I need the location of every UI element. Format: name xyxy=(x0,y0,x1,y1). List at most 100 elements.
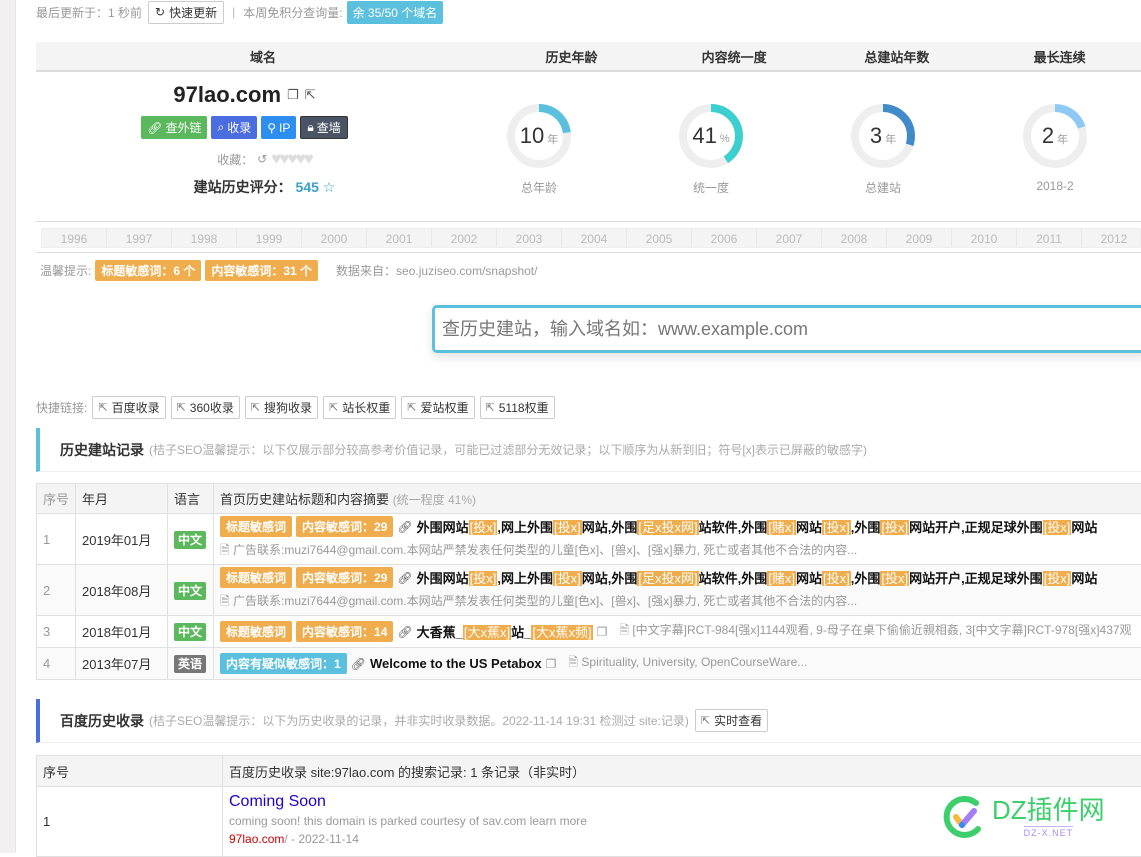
year-item[interactable]: 2005 xyxy=(627,229,692,247)
quick-link-button[interactable]: ⇱百度收录 xyxy=(92,396,165,419)
row-language: 中文 xyxy=(168,565,214,616)
header-domain: 域名 xyxy=(36,42,490,70)
backlinks-button[interactable]: 🔗︎查外链 xyxy=(141,116,207,139)
left-sidebar-strip xyxy=(0,0,16,853)
year-item[interactable]: 2008 xyxy=(822,229,887,247)
row-content: 标题敏感词内容敏感词：29🔗︎外围网站[投x],网上外围[投x]网站,外围[足x… xyxy=(214,514,1141,565)
gauge-value: 10年 xyxy=(505,102,573,170)
copy-icon[interactable]: ❐ xyxy=(287,87,299,103)
ip-button[interactable]: ⚲IP xyxy=(261,116,296,139)
year-item[interactable]: 2003 xyxy=(497,229,562,247)
snapshot-title-link[interactable]: Welcome to the US Petabox xyxy=(370,656,542,671)
gauge-unit: 年 xyxy=(1057,131,1068,147)
summary-text: Spirituality, University, OpenCourseWare… xyxy=(581,655,807,669)
snapshot-title-link[interactable]: 大香蕉_[大x蕉x]站_[大x蕉x频] xyxy=(417,622,593,641)
quick-link-label: 5118权重 xyxy=(499,399,549,416)
year-item[interactable]: 2007 xyxy=(757,229,822,247)
year-item[interactable]: 2006 xyxy=(692,229,757,247)
quick-link-button[interactable]: ⇱爱站权重 xyxy=(401,396,474,419)
quick-link-button[interactable]: ⇱360收录 xyxy=(171,396,240,419)
quota-badge: 余 35/50 个域名 xyxy=(347,1,444,24)
gauge-value: 41% xyxy=(677,102,745,170)
title-text: 网站 xyxy=(796,571,822,586)
sensitive-badge: 标题敏感词 xyxy=(220,567,292,588)
link-icon[interactable]: 🔗︎ xyxy=(397,571,412,585)
year-item[interactable]: 1998 xyxy=(172,229,237,247)
link-icon[interactable]: 🔗︎ xyxy=(351,657,366,671)
row-language: 中文 xyxy=(168,616,214,648)
year-item[interactable]: 1999 xyxy=(237,229,302,247)
baidu-section-hint: (桔子SEO温馨提示：以下为历史收录的记录，并非实时收录数据。2022-11-1… xyxy=(149,712,689,729)
language-badge: 中文 xyxy=(174,531,206,549)
title-text: Welcome to the US Petabox xyxy=(370,656,542,671)
title-text: ,外围 xyxy=(851,520,881,535)
snapshot-title-link[interactable]: 外围网站[投x],网上外围[投x]网站,外围[足x投x网]站软件,外围[赌x]网… xyxy=(417,517,1098,536)
divider xyxy=(36,252,1141,253)
refresh-button[interactable]: ↻ 快速更新 xyxy=(148,1,224,24)
favorite-label: 收藏： xyxy=(217,151,253,168)
realtime-check-button[interactable]: ⇱实时查看 xyxy=(695,709,768,732)
row-date: 2013年07月 xyxy=(76,648,168,680)
title-text: 网站 xyxy=(1071,520,1097,535)
gauge-value: 2年 xyxy=(1021,102,1089,170)
year-item[interactable]: 2010 xyxy=(952,229,1017,247)
masked-word: [投x] xyxy=(880,571,909,586)
title-text: 站软件,外围 xyxy=(699,571,768,586)
link-icon[interactable]: 🔗︎ xyxy=(397,520,412,534)
masked-word: [投x] xyxy=(880,520,909,535)
table-row: 12019年01月中文标题敏感词内容敏感词：29🔗︎外围网站[投x],网上外围[… xyxy=(37,514,1141,565)
year-item[interactable]: 2000 xyxy=(302,229,367,247)
heart-rating[interactable]: ♥♥♥♥♥ xyxy=(271,149,311,169)
masked-word: [投x] xyxy=(822,520,851,535)
lock-icon: 🔒︎ xyxy=(307,120,313,135)
result-url-domain[interactable]: 97lao.com xyxy=(229,832,284,846)
masked-word: [足x投x网] xyxy=(637,571,698,586)
copy-icon[interactable]: ❐ xyxy=(597,625,608,639)
status-line: 最后更新于：1 秒前 ↻ 快速更新 | 本周免积分查询量: 余 35/50 个域… xyxy=(36,1,443,23)
wall-check-button[interactable]: 🔒︎查墙 xyxy=(300,116,347,139)
copy-icon[interactable]: ❐ xyxy=(546,657,557,671)
domain-search-input[interactable] xyxy=(435,308,1141,350)
watermark: DZ插件网 DZ-X.NET xyxy=(940,792,1140,842)
sensitive-badge: 内容敏感词：14 xyxy=(296,621,393,642)
year-item[interactable]: 2009 xyxy=(887,229,952,247)
external-link-icon[interactable]: ⇱ xyxy=(305,87,316,103)
data-source: 数据来自：seo.juziseo.com/snapshot/ xyxy=(336,262,537,279)
year-item[interactable]: 1997 xyxy=(107,229,172,247)
external-link-icon: ⇱ xyxy=(177,401,186,414)
sensitive-badge: 内容敏感词：29 xyxy=(296,567,393,588)
quick-link-label: 搜狗收录 xyxy=(264,399,312,416)
year-item[interactable]: 2011 xyxy=(1017,229,1082,247)
external-link-icon: ⇱ xyxy=(701,714,710,727)
snapshot-title-link[interactable]: 外围网站[投x],网上外围[投x]网站,外围[足x投x网]站软件,外围[赌x]网… xyxy=(417,568,1098,587)
year-item[interactable]: 2001 xyxy=(367,229,432,247)
year-item[interactable]: 1996 xyxy=(42,229,107,247)
year-item[interactable]: 2004 xyxy=(562,229,627,247)
reset-icon[interactable]: ↺ xyxy=(257,152,267,166)
gauge-content-consistency: 41%统一度 xyxy=(625,72,797,220)
row-content: 标题敏感词内容敏感词：29🔗︎外围网站[投x],网上外围[投x]网站,外围[足x… xyxy=(214,565,1141,616)
col-baidu-records: 百度历史收录 site:97lao.com 的搜索记录: 1 条记录（非实时） xyxy=(223,756,1141,787)
donut-gauge: 41% xyxy=(677,102,745,170)
donut-gauge: 10年 xyxy=(505,102,573,170)
document-icon: 🗎︎ xyxy=(220,543,230,557)
refresh-icon: ↻ xyxy=(155,5,165,19)
masked-word: [大x蕉x频] xyxy=(531,625,592,640)
index-button[interactable]: ⌕收录 xyxy=(211,116,257,139)
year-item[interactable]: 2012 xyxy=(1082,229,1141,247)
quick-link-button[interactable]: ⇱5118权重 xyxy=(480,396,555,419)
gauge-number: 41 xyxy=(692,123,716,149)
masked-word: [足x投x网] xyxy=(637,520,698,535)
quick-link-button[interactable]: ⇱站长权重 xyxy=(323,396,396,419)
quick-links: 快捷链接: ⇱百度收录⇱360收录⇱搜狗收录⇱站长权重⇱爱站权重⇱5118权重 xyxy=(36,396,555,419)
language-badge: 英语 xyxy=(174,655,206,673)
year-item[interactable]: 2002 xyxy=(432,229,497,247)
summary-text: 广告联系:muzi7644@gmail.com.本网站严禁发表任何类型的儿童[色… xyxy=(233,543,857,557)
title-text: 网站开户,正规足球外围 xyxy=(909,520,1043,535)
row-content: 标题敏感词内容敏感词：14🔗︎大香蕉_[大x蕉x]站_[大x蕉x频]❐🗎︎ [中… xyxy=(214,616,1141,648)
masked-word: [投x] xyxy=(469,520,498,535)
quick-link-button[interactable]: ⇱搜狗收录 xyxy=(245,396,318,419)
link-icon[interactable]: 🔗︎ xyxy=(397,625,412,639)
summary-line: 🗎︎ [中文字幕]RCT-984[强x]1144观看, 9-母子在桌下偷偷近親相… xyxy=(619,621,1131,642)
masked-word: [投x] xyxy=(469,571,498,586)
